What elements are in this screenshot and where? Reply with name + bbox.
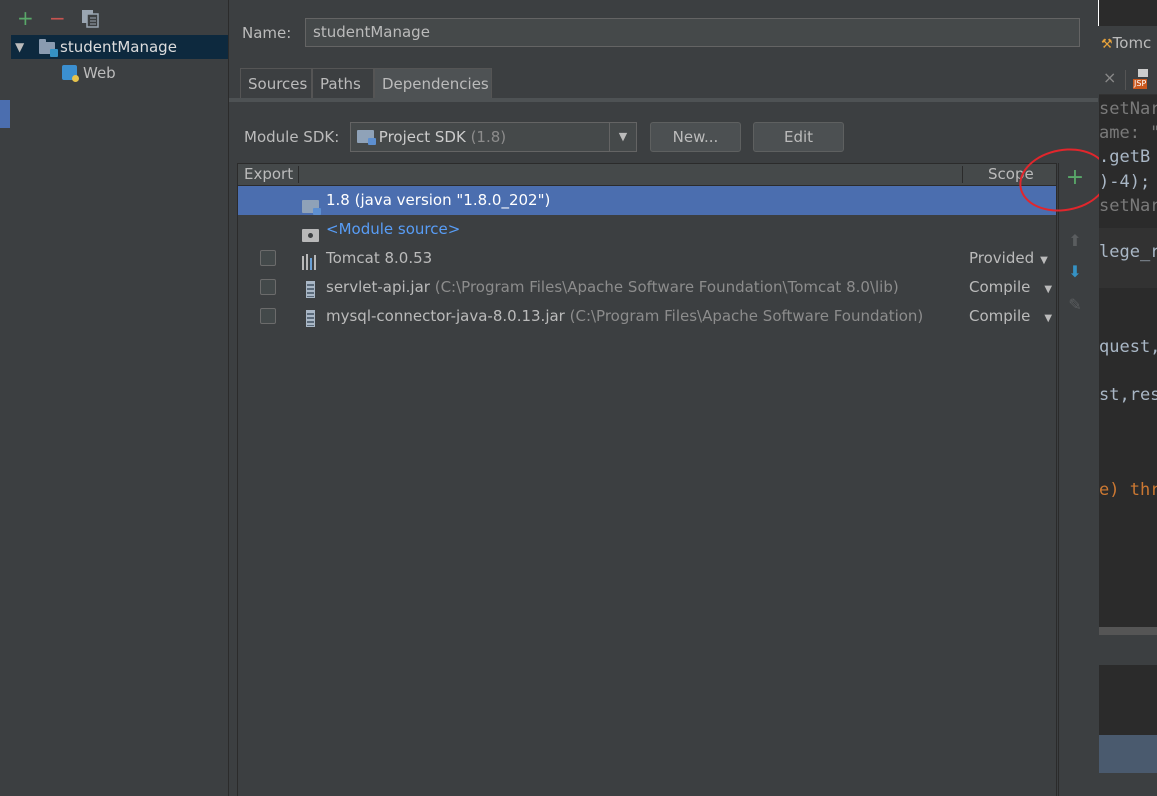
code-line: lege_r [1099, 242, 1157, 262]
name-label: Name: [242, 24, 292, 42]
editor-tabs: × JSP [1099, 64, 1157, 95]
editor-scroll-track[interactable] [1099, 627, 1157, 635]
close-icon[interactable]: × [1103, 68, 1116, 87]
jsp-badge: JSP [1133, 79, 1148, 89]
column-divider[interactable] [298, 166, 299, 183]
scope-dropdown[interactable]: Compile ▼ [969, 302, 1052, 333]
dependency-name: mysql-connector-java-8.0.13.jar [326, 307, 565, 325]
dependency-name-with-path: mysql-connector-java-8.0.13.jar (C:\Prog… [326, 302, 923, 331]
jar-icon [306, 308, 315, 337]
dropdown-arrow-icon[interactable]: ▼ [609, 123, 636, 151]
copy-icon[interactable] [81, 9, 99, 33]
module-sdk-label: Module SDK: [244, 128, 340, 146]
chevron-down-icon: ▼ [1044, 313, 1053, 324]
name-field[interactable]: studentManage [305, 18, 1080, 47]
table-row[interactable]: <Module source> [238, 215, 1056, 244]
export-column-header[interactable]: Export [244, 164, 293, 185]
module-folder-icon [39, 36, 58, 60]
tab-divider [1125, 70, 1126, 90]
export-checkbox[interactable] [260, 308, 276, 324]
sdk-value: Project SDK [378, 128, 466, 146]
module-sdk-select[interactable]: Project SDK (1.8) ▼ [350, 122, 637, 152]
sdk-folder-icon [357, 128, 376, 146]
table-row[interactable]: servlet-api.jar (C:\Program Files\Apache… [238, 273, 1056, 302]
run-config-name: Tomc [1112, 34, 1152, 52]
tab-sources[interactable]: Sources [240, 68, 312, 98]
editor-panel-header [1099, 635, 1157, 665]
table-row[interactable]: mysql-connector-java-8.0.13.jar (C:\Prog… [238, 302, 1056, 331]
code-line: )-4); [1099, 172, 1151, 192]
scope-dropdown[interactable]: Compile ▼ [969, 273, 1052, 304]
table-row[interactable]: 1.8 (java version "1.8.0_202") [238, 186, 1056, 215]
code-line: setNar [1099, 99, 1157, 119]
scope-value: Provided [969, 249, 1035, 267]
scope-value: Compile [969, 307, 1031, 325]
column-divider[interactable] [962, 166, 963, 183]
sdk-version: (1.8) [470, 128, 507, 146]
scope-value: Compile [969, 278, 1031, 296]
code-line: setNar [1099, 196, 1157, 216]
dependency-name: 1.8 (java version "1.8.0_202") [326, 191, 551, 209]
edit-dependency-icon[interactable]: ✎ [1059, 295, 1091, 314]
tab-underline [229, 98, 1098, 102]
move-down-icon[interactable]: ⬇ [1059, 262, 1091, 281]
table-row[interactable]: Tomcat 8.0.53 Provided ▼ [238, 244, 1056, 273]
remove-module-icon[interactable]: − [49, 6, 66, 30]
new-sdk-button[interactable]: New... [650, 122, 741, 152]
code-line: .getB [1099, 147, 1151, 167]
code-line: ame: " [1099, 123, 1157, 143]
expand-arrow-icon[interactable]: ▼ [15, 35, 24, 59]
table-header: Export Scope [238, 164, 1056, 186]
run-config-label[interactable]: ⚒Tomc [1101, 34, 1151, 52]
scope-dropdown[interactable]: Provided ▼ [969, 244, 1048, 275]
editor-status-area [1099, 773, 1157, 796]
tree-item-studentmanage[interactable]: ▼ studentManage [11, 35, 228, 59]
code-editor-background: ⚒Tomc × JSP setNar ame: " .getB )-4); se… [1099, 0, 1157, 796]
left-strip-selection[interactable] [0, 100, 10, 128]
dependency-name-with-path: servlet-api.jar (C:\Program Files\Apache… [326, 273, 899, 302]
web-facet-icon [62, 61, 79, 85]
dependency-path: (C:\Program Files\Apache Software Founda… [434, 278, 899, 296]
code-line: e) thr [1099, 480, 1157, 500]
module-settings-panel: Name: studentManage Sources Paths Depend… [229, 0, 1114, 796]
code-line: st,res [1099, 385, 1157, 405]
dependencies-side-toolbar: + ⬆ ⬇ ✎ [1058, 163, 1091, 796]
dependency-name[interactable]: <Module source> [326, 215, 460, 244]
dependency-name: servlet-api.jar [326, 278, 430, 296]
tomcat-icon: ⚒ [1101, 37, 1113, 52]
dependency-name: Tomcat 8.0.53 [326, 249, 433, 267]
export-checkbox[interactable] [260, 279, 276, 295]
chevron-down-icon: ▼ [1044, 284, 1053, 295]
edit-sdk-button[interactable]: Edit [753, 122, 844, 152]
dependency-path: (C:\Program Files\Apache Software Founda… [569, 307, 924, 325]
export-checkbox[interactable] [260, 250, 276, 266]
move-up-icon[interactable]: ⬆ [1059, 231, 1091, 250]
add-module-icon[interactable]: + [17, 6, 34, 30]
jsp-file-icon[interactable]: JSP [1133, 69, 1153, 89]
chevron-down-icon: ▼ [1040, 255, 1048, 266]
tab-paths[interactable]: Paths [312, 68, 374, 98]
tab-dependencies[interactable]: Dependencies [374, 68, 492, 98]
dependencies-table: Export Scope 1.8 (java version "1.8.0_20… [237, 163, 1057, 796]
tree-item-label: Web [83, 64, 116, 82]
run-config-bar: ⚒Tomc [1099, 26, 1157, 65]
module-tree-panel: + − ▼ studentManage Web [11, 0, 229, 796]
editor-selection-block [1099, 735, 1157, 773]
tree-item-label: studentManage [60, 38, 177, 56]
code-line: quest, [1099, 337, 1157, 357]
